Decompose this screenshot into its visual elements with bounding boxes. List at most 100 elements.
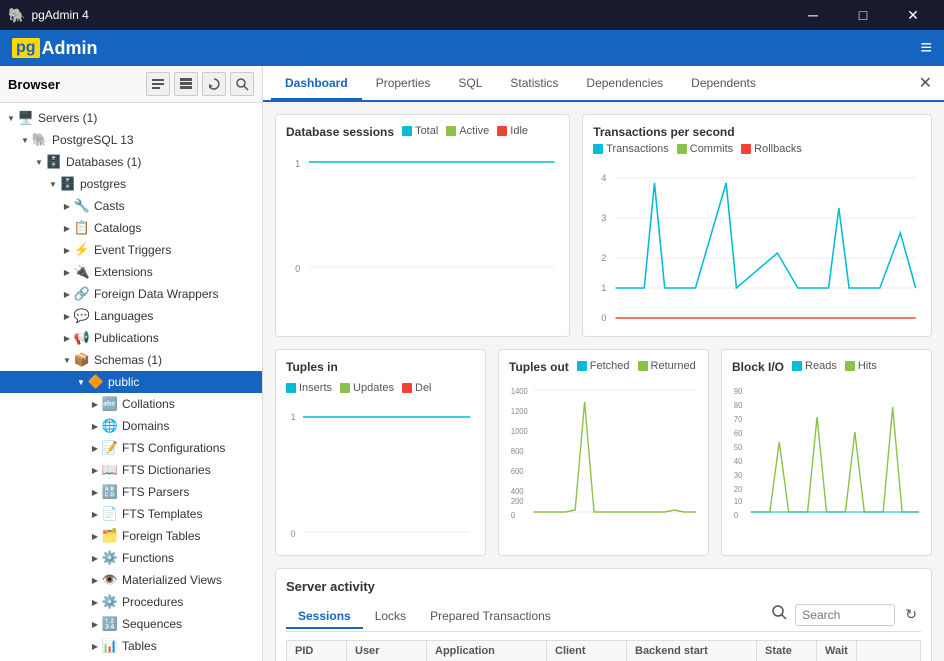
tree-arrow-schemas[interactable]: ▼ [60,353,74,367]
col-user: User [347,641,427,661]
tree-arrow-functions[interactable]: ▶ [88,551,102,565]
refresh-icon-btn[interactable] [202,72,226,96]
tuples-in-card: Tuples in Inserts Updates [275,349,486,556]
tree-icon-fts_dict: 📖 [102,462,118,478]
tree-item-fts_templates[interactable]: ▶📄FTS Templates [0,503,262,525]
tree-item-materialized_views[interactable]: ▶👁️Materialized Views [0,569,262,591]
search-input[interactable] [795,604,895,626]
tree-label-servers: Servers (1) [38,111,97,125]
tree-label-publications: Publications [94,331,159,345]
tab-dependents[interactable]: Dependents [677,68,770,100]
tree-arrow-foreign_data[interactable]: ▶ [60,287,74,301]
tree-arrow-casts[interactable]: ▶ [60,199,74,213]
main-layout: Browser ▼🖥️Servers (1)▼🐘PostgreSQL 13▼🗄️… [0,66,944,661]
sidebar-header: Browser [0,66,262,103]
tree-item-event_triggers[interactable]: ▶⚡Event Triggers [0,239,262,261]
tree-arrow-catalogs[interactable]: ▶ [60,221,74,235]
tree-item-functions[interactable]: ▶⚙️Functions [0,547,262,569]
tree-arrow-databases[interactable]: ▼ [32,155,46,169]
tree-item-fts_config[interactable]: ▶📝FTS Configurations [0,437,262,459]
hamburger-menu[interactable]: ≡ [920,37,932,60]
search-button[interactable] [769,602,789,627]
properties-icon-btn[interactable] [146,72,170,96]
tab-properties[interactable]: Properties [362,68,445,100]
tree-arrow-tables[interactable]: ▶ [88,639,102,653]
table-icon-btn[interactable] [174,72,198,96]
tree-arrow-public[interactable]: ▼ [74,375,88,389]
tree-arrow-postgresql13[interactable]: ▼ [18,133,32,147]
transactions-legend: Transactions Commits Rollbacks [593,143,802,155]
locks-tab[interactable]: Locks [363,605,418,629]
app-logo: pg Admin [12,38,98,59]
block-io-title: Block I/O [732,360,784,374]
tree-item-databases[interactable]: ▼🗄️Databases (1) [0,151,262,173]
tree-item-publications[interactable]: ▶📢Publications [0,327,262,349]
tree-label-postgres: postgres [80,177,126,191]
dashboard: Database sessions Total Active [263,102,944,661]
tree-item-extensions[interactable]: ▶🔌Extensions [0,261,262,283]
tree-item-tables[interactable]: ▶📊Tables [0,635,262,657]
tree-arrow-languages[interactable]: ▶ [60,309,74,323]
tree-arrow-collations[interactable]: ▶ [88,397,102,411]
tuples-out-chart-area: 1400 1200 1000 800 600 400 200 0 [509,382,698,545]
tree-arrow-fts_parsers[interactable]: ▶ [88,485,102,499]
minimize-button[interactable]: ─ [790,0,836,30]
tree-icon-fts_config: 📝 [102,440,118,456]
tree-arrow-fts_templates[interactable]: ▶ [88,507,102,521]
close-panel-button[interactable]: ✕ [915,73,936,93]
svg-text:60: 60 [734,429,743,438]
menu-bar: pg Admin ≡ [0,30,944,66]
tree-item-collations[interactable]: ▶🔤Collations [0,393,262,415]
tab-dependencies[interactable]: Dependencies [572,68,677,100]
tree-item-domains[interactable]: ▶🌐Domains [0,415,262,437]
maximize-button[interactable]: □ [840,0,886,30]
tree-arrow-materialized_views[interactable]: ▶ [88,573,102,587]
tree-item-languages[interactable]: ▶💬Languages [0,305,262,327]
transactions-svg: 4 3 2 1 0 [593,163,921,323]
sidebar-title: Browser [8,77,146,92]
sidebar: Browser ▼🖥️Servers (1)▼🐘PostgreSQL 13▼🗄️… [0,66,263,661]
tree-arrow-servers[interactable]: ▼ [4,111,18,125]
tree-arrow-foreign_tables[interactable]: ▶ [88,529,102,543]
svg-text:600: 600 [511,467,524,476]
legend-updates: Updates [340,382,394,394]
sessions-tab[interactable]: Sessions [286,605,363,629]
refresh-activity-button[interactable]: ↻ [901,604,921,625]
tree-arrow-event_triggers[interactable]: ▶ [60,243,74,257]
tree-item-fts_dict[interactable]: ▶📖FTS Dictionaries [0,459,262,481]
tree-item-servers[interactable]: ▼🖥️Servers (1) [0,107,262,129]
prepared-transactions-tab[interactable]: Prepared Transactions [418,605,563,629]
tree-item-postgresql13[interactable]: ▼🐘PostgreSQL 13 [0,129,262,151]
tree-arrow-procedures[interactable]: ▶ [88,595,102,609]
tree-item-procedures[interactable]: ▶⚙️Procedures [0,591,262,613]
svg-text:3: 3 [601,213,606,223]
activity-tabs: Sessions Locks Prepared Transactions ↻ [286,602,921,632]
table-icon [179,77,193,91]
properties-icon [151,77,165,91]
tree-icon-public: 🔶 [88,374,104,390]
tab-sql[interactable]: SQL [444,68,496,100]
close-button[interactable]: ✕ [890,0,936,30]
svg-text:2: 2 [601,253,606,263]
tree-item-schemas[interactable]: ▼📦Schemas (1) [0,349,262,371]
tree-arrow-fts_config[interactable]: ▶ [88,441,102,455]
tree-arrow-publications[interactable]: ▶ [60,331,74,345]
tab-dashboard[interactable]: Dashboard [271,68,362,100]
tree-item-public[interactable]: ▼🔶public [0,371,262,393]
tree-item-foreign_tables[interactable]: ▶🗂️Foreign Tables [0,525,262,547]
tab-statistics[interactable]: Statistics [496,68,572,100]
tree-item-sequences[interactable]: ▶🔢Sequences [0,613,262,635]
tree-item-foreign_data[interactable]: ▶🔗Foreign Data Wrappers [0,283,262,305]
tree-item-postgres[interactable]: ▼🗄️postgres [0,173,262,195]
tree-item-casts[interactable]: ▶🔧Casts [0,195,262,217]
tree-item-fts_parsers[interactable]: ▶🔠FTS Parsers [0,481,262,503]
tree-arrow-sequences[interactable]: ▶ [88,617,102,631]
tree-arrow-fts_dict[interactable]: ▶ [88,463,102,477]
search-icon-btn[interactable] [230,72,254,96]
tree-arrow-extensions[interactable]: ▶ [60,265,74,279]
tree-item-catalogs[interactable]: ▶📋Catalogs [0,217,262,239]
tree-arrow-postgres[interactable]: ▼ [46,177,60,191]
tree-arrow-domains[interactable]: ▶ [88,419,102,433]
tree-label-materialized_views: Materialized Views [122,573,222,587]
tuples-in-svg: 1 0 [286,402,475,542]
